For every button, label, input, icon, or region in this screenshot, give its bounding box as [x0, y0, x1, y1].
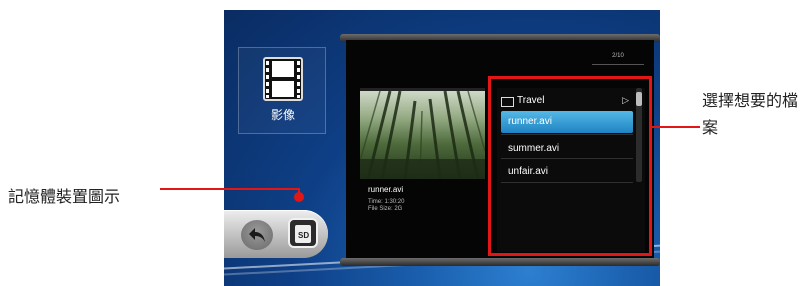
preview-time: Time: 1:30:20 — [368, 199, 405, 205]
sd-card-button[interactable]: SD — [288, 218, 318, 248]
callout-memory-icon: 記憶體裝置圖示 — [8, 189, 121, 206]
callout-line — [160, 188, 300, 190]
file-list-highlight — [488, 76, 652, 256]
back-button[interactable] — [241, 220, 273, 250]
back-arrow-icon — [249, 228, 265, 242]
page-counter: 2/10 — [612, 53, 624, 59]
forest-thumbnail — [360, 91, 485, 179]
category-label: 影像 — [270, 108, 295, 122]
sd-label: SD — [298, 231, 310, 240]
preview-file-size: File Size: 2G — [368, 206, 403, 212]
callout-dot — [294, 192, 304, 202]
video-preview — [360, 91, 485, 179]
divider — [592, 64, 644, 65]
callout-line — [652, 126, 700, 128]
preview-file-name: runner.avi — [368, 185, 404, 194]
film-icon — [263, 57, 303, 101]
sd-card-icon: SD — [295, 225, 311, 243]
callout-select-file: 選擇想要的檔案 — [702, 93, 799, 137]
panel-bottom-roller — [340, 258, 660, 266]
